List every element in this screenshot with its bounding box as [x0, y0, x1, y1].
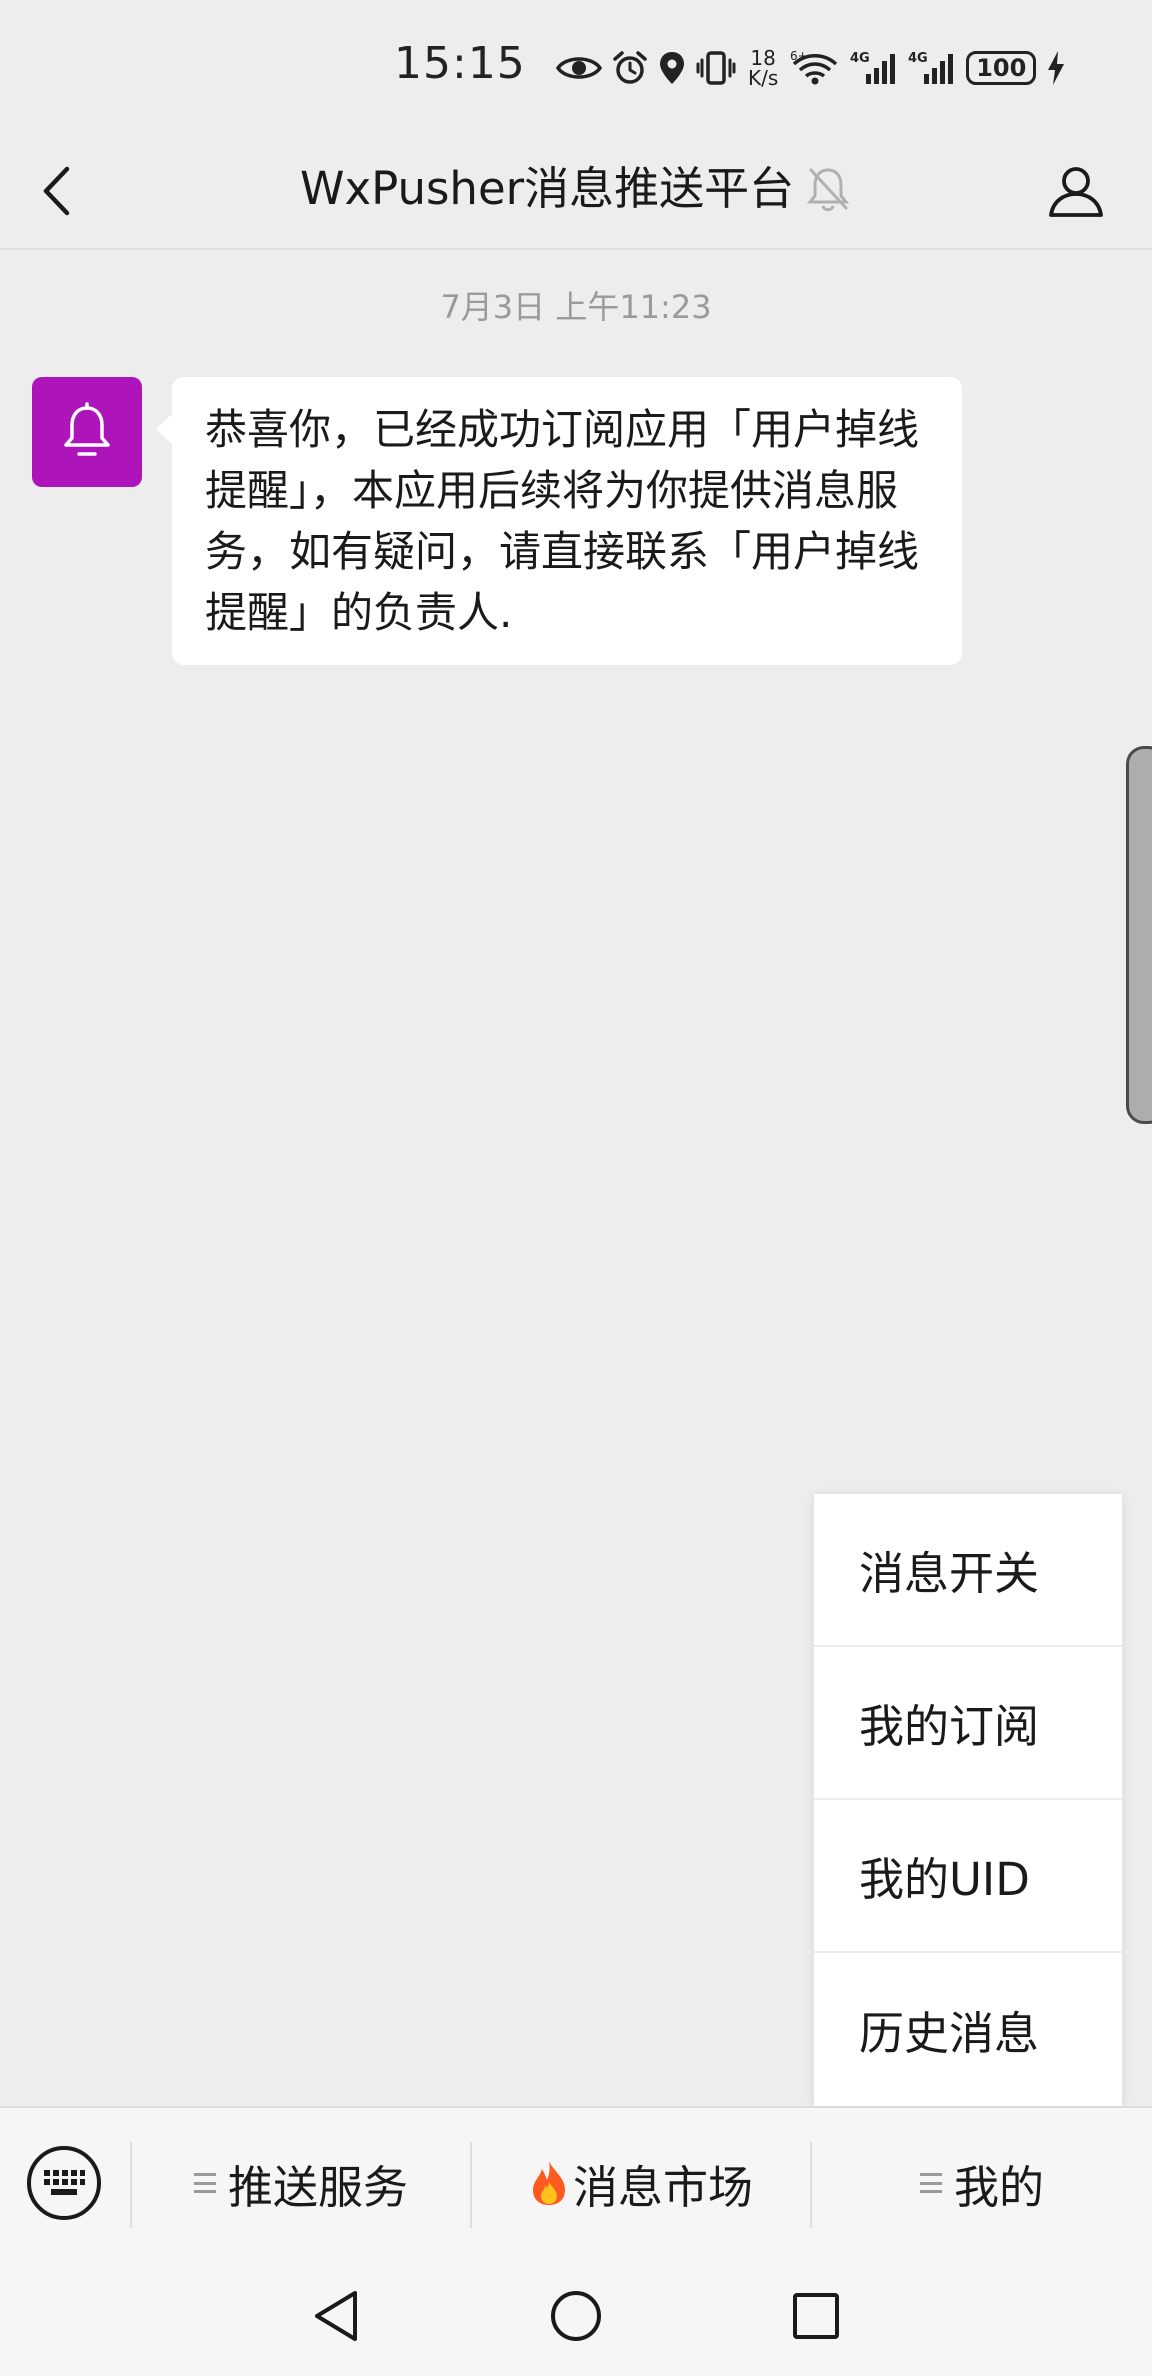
official-account-menu-bar: 推送服务 消息市场 我的 [0, 2106, 1152, 2258]
back-arrow-icon [43, 166, 70, 216]
system-navigation-bar [0, 2258, 1152, 2376]
location-icon [660, 52, 684, 84]
nav-back-button[interactable] [296, 2276, 376, 2356]
nav-back-icon [315, 2291, 357, 2341]
menu-tab-message-market[interactable]: 消息市场 [472, 2108, 810, 2258]
battery-icon: 100 [966, 51, 1037, 85]
message-timestamp: 7月3日 上午11:23 [440, 288, 712, 326]
profile-button[interactable] [1044, 156, 1108, 226]
menu-tab-label: 推送服务 [227, 2160, 408, 2214]
mute-bell-icon [806, 168, 850, 212]
message-bubble[interactable]: 恭喜你，已经成功订阅应用「用户掉线提醒」，本应用后续将为你提供消息服务，如有疑问… [156, 377, 962, 665]
alarm-icon [613, 51, 647, 84]
signal-4g-icon: 4G [908, 51, 954, 84]
back-button[interactable] [26, 156, 86, 226]
status-icons: 18 K/s 6+ 4G 4G 100 [556, 40, 1066, 96]
menu-item-my-subscriptions[interactable]: 我的订阅 [814, 1647, 1122, 1800]
menu-lines-icon [193, 2173, 216, 2193]
menu-lines-icon [919, 2173, 942, 2193]
chat-title: WxPusher消息推送平台 [300, 162, 795, 215]
menu-tab-label: 消息市场 [572, 2160, 753, 2214]
eye-icon [556, 57, 602, 79]
keyboard-icon [44, 2170, 85, 2195]
menu-tab-push-service[interactable]: 推送服务 [132, 2108, 470, 2258]
nav-recents-icon [793, 2293, 839, 2339]
network-speed-value: 18 [750, 46, 776, 70]
menu-item-message-switch[interactable]: 消息开关 [814, 1494, 1122, 1647]
menu-tab-label: 我的 [953, 2160, 1044, 2214]
nav-recents-button[interactable] [776, 2276, 856, 2356]
svg-text:6+: 6+ [790, 50, 808, 63]
bell-icon [64, 402, 110, 456]
network-speed: 18 K/s [748, 48, 778, 88]
battery-level: 100 [976, 54, 1027, 82]
status-bar: 15:15 18 K/s 6+ 4G 4G 100 [0, 0, 1152, 132]
nav-home-button[interactable] [536, 2276, 616, 2356]
network-speed-unit: K/s [748, 66, 779, 90]
popup-menu: 消息开关 我的订阅 我的UID 历史消息 [814, 1494, 1122, 2106]
fire-icon [532, 2161, 565, 2205]
svg-text:4G: 4G [908, 51, 928, 66]
wifi-6-icon: 6+ [790, 50, 838, 85]
status-time: 15:15 [394, 38, 526, 89]
menu-item-history[interactable]: 历史消息 [814, 1953, 1122, 2106]
nav-home-icon [551, 2291, 601, 2341]
profile-icon [1049, 167, 1103, 217]
charging-icon [1048, 51, 1065, 85]
signal-4g-icon: 4G [850, 51, 896, 84]
keyboard-toggle-button[interactable] [27, 2146, 101, 2220]
vibrate-icon [696, 51, 736, 85]
menu-item-my-uid[interactable]: 我的UID [814, 1800, 1122, 1953]
chat-screen: 15:15 18 K/s 6+ 4G 4G 100 WxPusher消息推送平台… [0, 0, 1152, 2376]
message-text: 恭喜你，已经成功订阅应用「用户掉线提醒」，本应用后续将为你提供消息服务，如有疑问… [205, 405, 920, 637]
chat-header: WxPusher消息推送平台 [0, 132, 1152, 250]
sender-avatar[interactable] [32, 377, 142, 487]
svg-text:4G: 4G [850, 51, 870, 66]
scroll-handle[interactable] [1126, 746, 1152, 1124]
menu-tab-mine[interactable]: 我的 [812, 2108, 1152, 2258]
